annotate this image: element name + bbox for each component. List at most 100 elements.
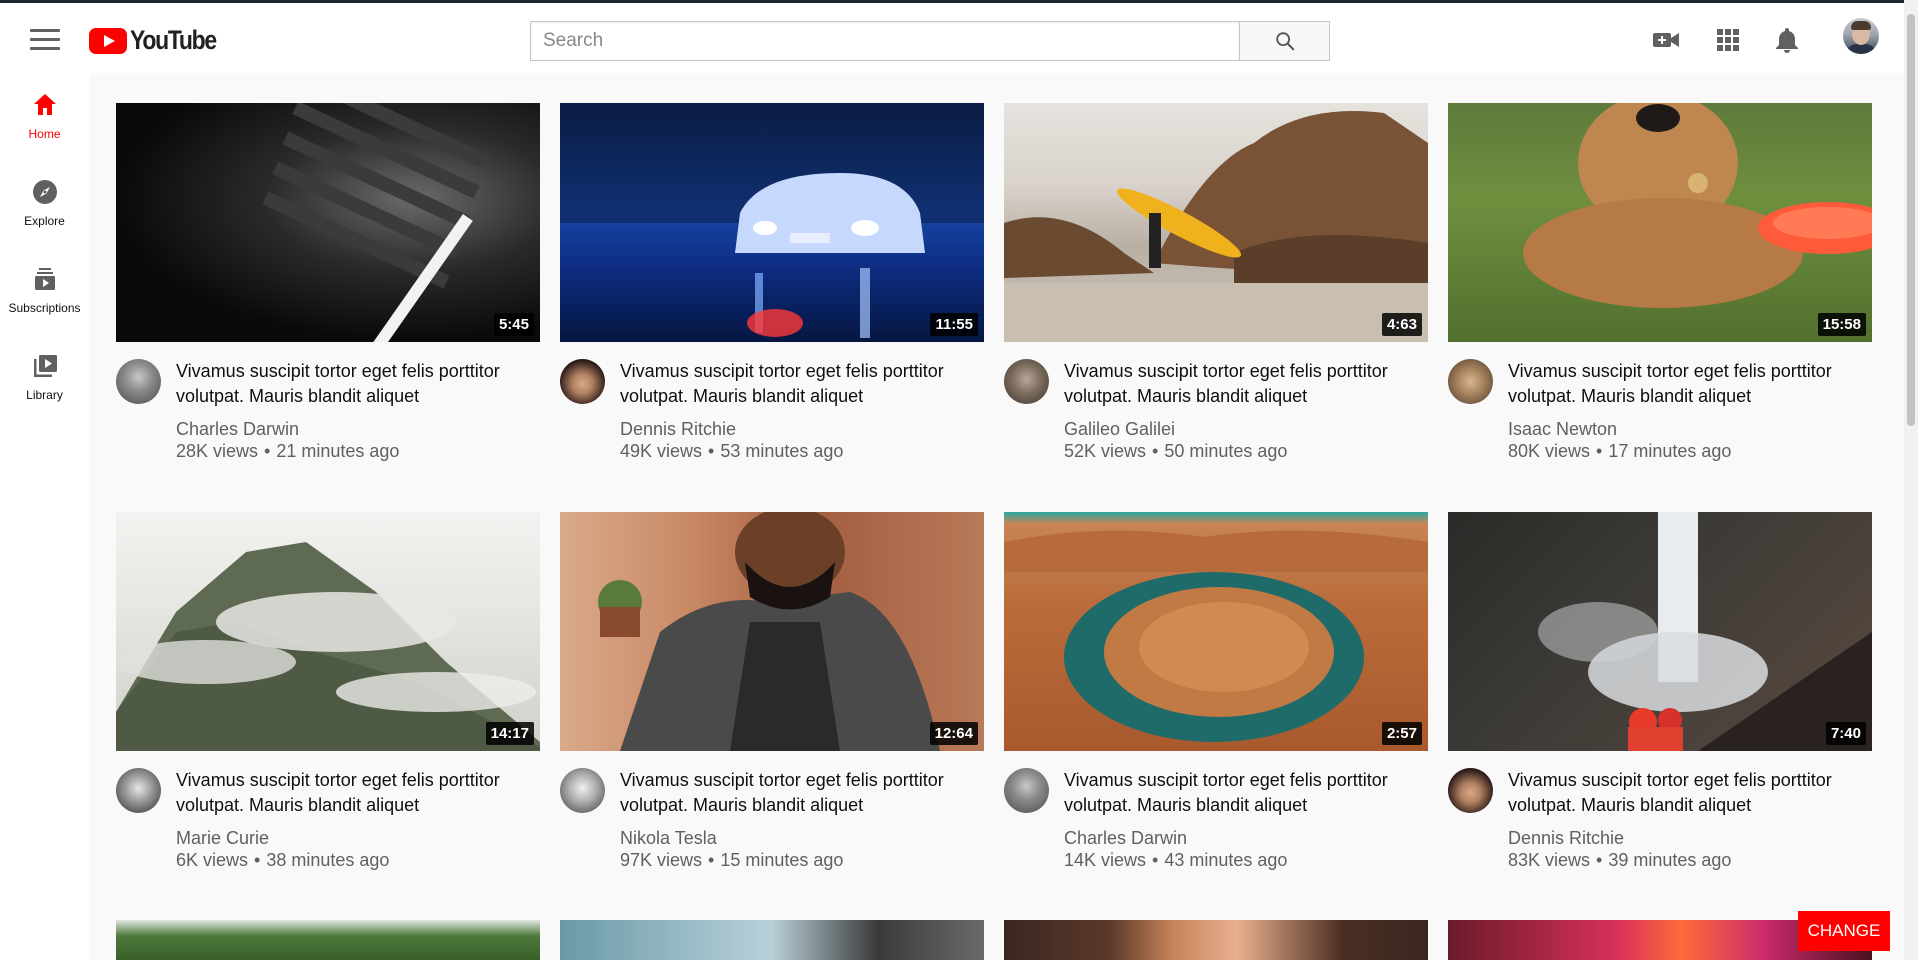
channel-avatar[interactable] [116, 359, 161, 404]
video-thumbnail[interactable] [116, 920, 540, 960]
menu-icon[interactable] [30, 26, 60, 50]
notifications-button[interactable] [1772, 25, 1802, 55]
sidebar-item-explore[interactable]: Explore [0, 178, 89, 258]
video-thumbnail[interactable]: 12:64 [560, 512, 984, 751]
channel-name[interactable]: Charles Darwin [1064, 828, 1187, 849]
home-icon [33, 94, 56, 115]
video-thumbnail[interactable]: 7:40 [1448, 512, 1872, 751]
upload-time: 39 minutes ago [1608, 850, 1732, 870]
video-title[interactable]: Vivamus suscipit tortor eget felis portt… [1064, 359, 1424, 409]
video-duration: 15:58 [1817, 313, 1866, 336]
dot-separator: • [1596, 850, 1603, 870]
sidebar-item-library[interactable]: Library [0, 352, 89, 432]
channel-name[interactable]: Galileo Galilei [1064, 419, 1175, 440]
video-card[interactable]: 2:57 Vivamus suscipit tortor eget felis … [1004, 512, 1428, 871]
sidebar: Home Explore Subscriptions Library [0, 73, 89, 960]
sidebar-item-label: Subscriptions [8, 301, 81, 315]
channel-name[interactable]: Charles Darwin [176, 419, 299, 440]
video-thumbnail[interactable] [560, 920, 984, 960]
subscriptions-icon [34, 268, 55, 290]
thumbnail-image [1538, 512, 1872, 751]
video-stats: 14K views • 43 minutes ago [1064, 850, 1287, 871]
scrollbar-thumb[interactable] [1907, 14, 1915, 426]
channel-name[interactable]: Marie Curie [176, 828, 269, 849]
channel-name[interactable]: Nikola Tesla [620, 828, 717, 849]
view-count: 52K views [1064, 441, 1147, 461]
dot-separator: • [708, 441, 715, 461]
sidebar-item-home[interactable]: Home [0, 91, 89, 171]
user-avatar[interactable] [1843, 18, 1879, 54]
thumbnail-image [598, 512, 940, 751]
upload-time: 53 minutes ago [720, 441, 844, 461]
video-card[interactable]: 12:64 Vivamus suscipit tortor eget felis… [560, 512, 984, 871]
change-button[interactable]: CHANGE [1798, 911, 1890, 951]
video-card[interactable]: 14:17 Vivamus suscipit tortor eget felis… [116, 512, 540, 871]
video-stats: 28K views • 21 minutes ago [176, 441, 399, 462]
video-title[interactable]: Vivamus suscipit tortor eget felis portt… [1064, 768, 1424, 818]
video-thumbnail[interactable]: 15:58 [1448, 103, 1872, 342]
apps-button[interactable] [1713, 25, 1743, 55]
video-title[interactable]: Vivamus suscipit tortor eget felis portt… [1508, 359, 1868, 409]
video-title[interactable]: Vivamus suscipit tortor eget felis portt… [1508, 768, 1868, 818]
channel-avatar[interactable] [1004, 359, 1049, 404]
video-stats: 49K views • 53 minutes ago [620, 441, 843, 462]
channel-avatar[interactable] [1448, 768, 1493, 813]
logo-text: YouTube [130, 25, 217, 55]
video-duration: 2:57 [1381, 722, 1422, 745]
video-camera-icon [1653, 33, 1679, 47]
view-count: 83K views [1508, 850, 1591, 870]
channel-name[interactable]: Isaac Newton [1508, 419, 1617, 440]
upload-time: 17 minutes ago [1608, 441, 1732, 461]
youtube-logo[interactable]: YouTube [89, 25, 231, 56]
dot-separator: • [1596, 441, 1603, 461]
video-card[interactable]: 15:58 Vivamus suscipit tortor eget felis… [1448, 103, 1872, 462]
dot-separator: • [1152, 441, 1159, 461]
video-card[interactable]: 7:40 Vivamus suscipit tortor eget felis … [1448, 512, 1872, 871]
channel-avatar[interactable] [1004, 768, 1049, 813]
search-bar [530, 21, 1330, 61]
sidebar-item-label: Library [26, 388, 63, 402]
apps-grid-icon [1717, 29, 1739, 51]
channel-avatar[interactable] [560, 359, 605, 404]
video-thumbnail[interactable]: 4:63 [1004, 103, 1428, 342]
view-count: 28K views [176, 441, 259, 461]
video-thumbnail[interactable]: 5:45 [116, 103, 540, 342]
channel-name[interactable]: Dennis Ritchie [1508, 828, 1624, 849]
video-title[interactable]: Vivamus suscipit tortor eget felis portt… [620, 359, 980, 409]
video-thumbnail[interactable]: 2:57 [1004, 512, 1428, 751]
video-title[interactable]: Vivamus suscipit tortor eget felis portt… [620, 768, 980, 818]
sidebar-item-label: Home [28, 127, 61, 141]
search-input[interactable] [530, 21, 1239, 61]
search-icon [1275, 32, 1294, 51]
video-thumbnail[interactable]: 11:55 [560, 103, 984, 342]
video-duration: 11:55 [930, 313, 978, 336]
upload-time: 15 minutes ago [720, 850, 844, 870]
view-count: 14K views [1064, 850, 1147, 870]
video-title[interactable]: Vivamus suscipit tortor eget felis portt… [176, 359, 536, 409]
video-duration: 12:64 [929, 722, 978, 745]
video-thumbnail[interactable]: 14:17 [116, 512, 540, 751]
upload-time: 50 minutes ago [1164, 441, 1288, 461]
channel-avatar[interactable] [1448, 359, 1493, 404]
create-video-button[interactable] [1650, 25, 1682, 55]
upload-time: 21 minutes ago [276, 441, 400, 461]
thumbnail-image [560, 103, 984, 338]
video-stats: 6K views • 38 minutes ago [176, 850, 389, 871]
channel-avatar[interactable] [116, 768, 161, 813]
channel-avatar[interactable] [560, 768, 605, 813]
video-card[interactable]: 4:63 Vivamus suscipit tortor eget felis … [1004, 103, 1428, 462]
video-duration: 14:17 [485, 722, 534, 745]
video-duration: 7:40 [1825, 722, 1866, 745]
video-card[interactable]: 5:45 Vivamus suscipit tortor eget felis … [116, 103, 540, 462]
sidebar-item-subscriptions[interactable]: Subscriptions [0, 265, 89, 345]
thumbnail-image [116, 542, 540, 751]
upload-time: 38 minutes ago [266, 850, 390, 870]
video-thumbnail[interactable] [1004, 920, 1428, 960]
video-title[interactable]: Vivamus suscipit tortor eget felis portt… [176, 768, 536, 818]
youtube-play-logo-icon [89, 27, 127, 54]
channel-name[interactable]: Dennis Ritchie [620, 419, 736, 440]
dot-separator: • [708, 850, 715, 870]
search-button[interactable] [1239, 21, 1330, 61]
dot-separator: • [264, 441, 271, 461]
video-card[interactable]: 11:55 Vivamus suscipit tortor eget felis… [560, 103, 984, 462]
